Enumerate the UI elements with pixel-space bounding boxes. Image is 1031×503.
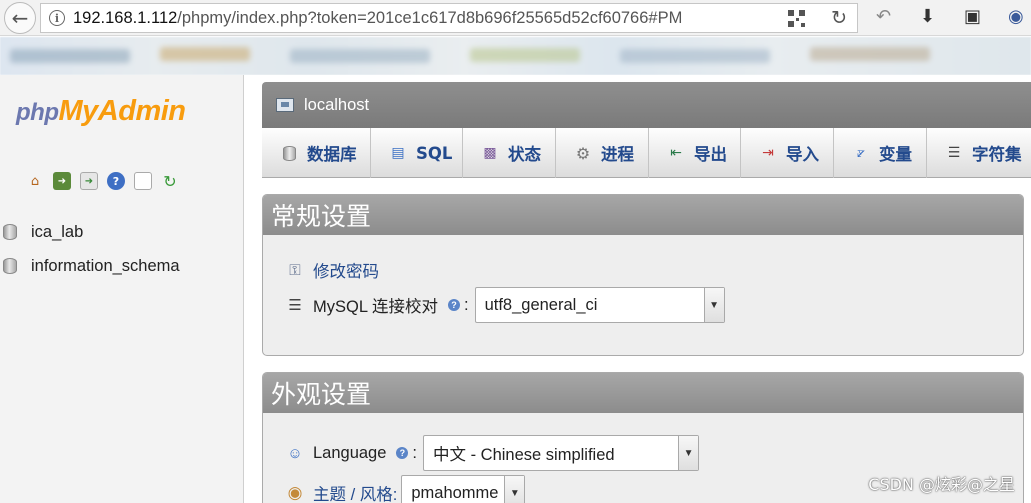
database-icon	[280, 144, 298, 162]
home-icon[interactable]: ⌂	[26, 172, 44, 190]
globe-icon[interactable]: ◉	[1008, 6, 1024, 27]
qr-code-icon[interactable]	[788, 10, 805, 27]
server-icon	[276, 98, 294, 112]
bookmarks-bar-blurred	[0, 37, 1031, 75]
documentation-icon[interactable]	[134, 172, 152, 190]
gear-icon: ⚙	[575, 143, 591, 163]
language-user-icon: ☺	[287, 444, 303, 462]
phpmyadmin-logo[interactable]: phpMyAdmin	[16, 95, 186, 128]
charset-icon: ☰	[947, 145, 961, 161]
tab-variables[interactable]: ⦫ 变量	[834, 128, 927, 178]
key-user-icon: ⚿	[289, 261, 301, 279]
help-icon[interactable]: ?	[447, 299, 460, 311]
logout-icon[interactable]: ➜	[53, 172, 71, 190]
download-icon[interactable]: ⬇	[920, 6, 935, 27]
site-info-icon[interactable]: i	[49, 10, 65, 26]
tab-charsets[interactable]: ☰ 字符集	[927, 128, 1031, 178]
refresh-icon[interactable]: ↻	[161, 172, 179, 191]
language-select[interactable]: 中文 - Chinese simplified ▼	[423, 435, 700, 471]
theme-row: ◉ 主题 / 风格: pmahomme ▼	[285, 475, 526, 503]
database-item[interactable]: information_schema	[0, 249, 180, 283]
tab-processes[interactable]: ⚙ 进程	[556, 128, 649, 178]
extension-icon[interactable]: ▣	[964, 6, 981, 27]
help-icon[interactable]: ?	[396, 447, 409, 459]
undo-icon[interactable]: ↶	[876, 6, 891, 27]
language-label: Language	[313, 443, 387, 462]
url-text: 192.168.1.112/phpmy/index.php?token=201c…	[73, 8, 683, 27]
reload-icon[interactable]: ↻	[831, 7, 847, 29]
query-window-icon[interactable]: ➜	[80, 172, 98, 190]
change-password-row: ⚿ 修改密码	[285, 258, 379, 282]
theme-link[interactable]: 主题 / 风格:	[313, 481, 397, 503]
import-icon: ⇥	[762, 145, 774, 161]
database-list: ica_lab information_schema	[0, 215, 180, 283]
help-icon[interactable]: ?	[107, 172, 125, 190]
chevron-down-icon: ▼	[703, 288, 724, 322]
change-password-link[interactable]: 修改密码	[313, 258, 379, 282]
variables-icon: ⦫	[857, 145, 865, 161]
tab-sql[interactable]: ▤ SQL	[371, 128, 463, 178]
server-breadcrumb[interactable]: localhost	[262, 82, 1031, 128]
tab-databases[interactable]: 数据库	[262, 128, 371, 178]
top-menu-tabs: 数据库 ▤ SQL ▩ 状态 ⚙ 进程 ⇤ 导出 ⇥ 导入 ⦫ 变量 ☰ 字符集	[262, 128, 1031, 178]
database-item[interactable]: ica_lab	[0, 215, 180, 249]
list-icon: ☰	[288, 297, 302, 314]
watermark: CSDN @炫彩@之星	[868, 475, 1015, 494]
theme-select[interactable]: pmahomme ▼	[401, 475, 526, 503]
collation-select[interactable]: utf8_general_ci ▼	[474, 287, 725, 323]
tab-status[interactable]: ▩ 状态	[463, 128, 556, 178]
database-icon	[3, 258, 17, 274]
tab-import[interactable]: ⇥ 导入	[741, 128, 834, 178]
tab-export[interactable]: ⇤ 导出	[649, 128, 741, 178]
nav-icon-bar: ⌂ ➜ ➜ ? ↻	[26, 172, 179, 191]
main-panel: localhost 数据库 ▤ SQL ▩ 状态 ⚙ 进程 ⇤ 导出 ⇥ 导入 …	[244, 75, 1031, 503]
general-settings-heading: 常规设置	[263, 195, 1023, 235]
collation-row: ☰ MySQL 连接校对 ?: utf8_general_ci ▼	[285, 287, 725, 323]
chevron-down-icon: ▼	[678, 436, 699, 470]
palette-icon: ◉	[287, 483, 303, 502]
navigation-panel: phpMyAdmin ⌂ ➜ ➜ ? ↻ ica_lab information…	[0, 75, 244, 503]
collation-label: MySQL 连接校对	[313, 298, 438, 316]
back-button[interactable]: ←	[4, 2, 36, 34]
export-icon: ⇤	[670, 145, 682, 161]
sql-icon: ▤	[391, 145, 405, 161]
language-row: ☺ Language ?: 中文 - Chinese simplified ▼	[285, 435, 700, 471]
database-icon	[3, 224, 17, 240]
appearance-settings-heading: 外观设置	[263, 373, 1023, 413]
general-settings-group: 常规设置 ⚿ 修改密码 ☰ MySQL 连接校对 ?: utf8_general…	[262, 194, 1024, 356]
status-chart-icon: ▩	[483, 145, 497, 161]
address-bar[interactable]: i 192.168.1.112/phpmy/index.php?token=20…	[40, 3, 858, 33]
browser-toolbar: ← i 192.168.1.112/phpmy/index.php?token=…	[0, 0, 1031, 36]
chevron-down-icon: ▼	[504, 476, 525, 503]
